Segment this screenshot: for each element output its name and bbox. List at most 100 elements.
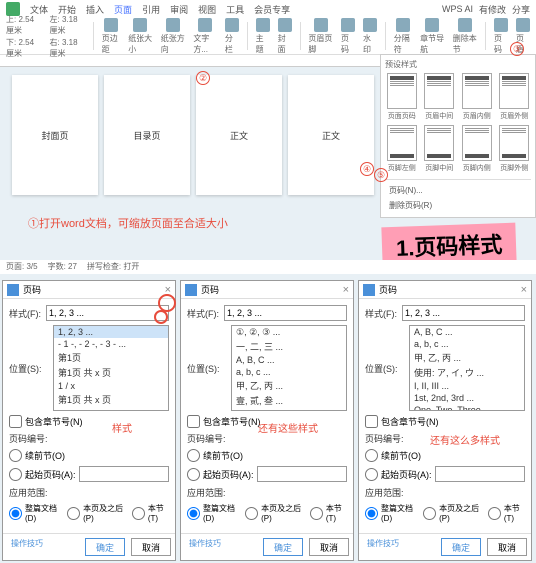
dialog-title: 页码 — [201, 283, 219, 296]
cancel-button[interactable]: 取消 — [131, 538, 171, 556]
apply-section[interactable] — [310, 507, 323, 520]
style-combo[interactable] — [46, 305, 169, 321]
tab-page[interactable]: 页面 — [114, 3, 132, 16]
status-words: 字数: 27 — [48, 261, 77, 273]
preset-thumb[interactable]: 页脚内侧 — [460, 125, 494, 173]
ok-button[interactable]: 确定 — [85, 538, 125, 556]
ribbon-pagenum[interactable]: 页码 — [341, 18, 355, 55]
include-chapter-check[interactable] — [365, 415, 378, 428]
callout-2: ② — [196, 71, 210, 85]
style-label: 样式(F): — [9, 307, 42, 320]
tab-view[interactable]: 视图 — [198, 3, 216, 16]
preset-thumb[interactable]: 页脚中间 — [423, 125, 457, 173]
apply-after[interactable] — [423, 507, 436, 520]
start-radio[interactable] — [9, 468, 22, 481]
tab-insert[interactable]: 插入 — [86, 3, 104, 16]
ok-button[interactable]: 确定 — [263, 538, 303, 556]
ribbon-header[interactable]: 页眉页脚 — [308, 18, 333, 55]
panel-title: 预设样式 — [385, 59, 531, 71]
style-listbox[interactable]: 1, 2, 3 ... - 1 -, - 2 -, - 3 - ... 第1页 … — [53, 325, 169, 411]
style-listbox[interactable]: ①, ②, ③ ... 一, 二, 三 ... A, B, C ... a, b… — [231, 325, 347, 411]
ribbon-nav[interactable]: 章节导航 — [420, 18, 445, 55]
apply-whole[interactable] — [9, 507, 22, 520]
ribbon-watermark[interactable]: 水印 — [363, 18, 377, 55]
start-radio[interactable] — [365, 468, 378, 481]
dialog-title: 页码 — [23, 283, 41, 296]
margins-group2: 左: 3.18 厘米 右: 3.18 厘米 — [50, 14, 86, 59]
tab-ref[interactable]: 引用 — [142, 3, 160, 16]
status-spell: 拼写检查: 打开 — [87, 261, 139, 273]
edit-status[interactable]: 有修改 — [479, 3, 506, 16]
ribbon-pagenum2[interactable]: 页码 — [494, 18, 508, 55]
apply-after[interactable] — [67, 507, 80, 520]
apply-whole[interactable] — [365, 507, 378, 520]
ribbon-delsec[interactable]: 删除本节 — [453, 18, 478, 55]
include-chapter-check[interactable] — [187, 415, 200, 428]
margin-top-val: 上: 2.54 厘米 — [6, 14, 42, 36]
ribbon-cover[interactable]: 封面 — [278, 18, 292, 55]
include-chapter-check[interactable] — [9, 415, 22, 428]
annotation-more: 还有这些样式 — [258, 420, 318, 435]
start-radio[interactable] — [187, 468, 200, 481]
panel-pagenum-more[interactable]: 页码(N)... — [385, 183, 531, 198]
margin-right-val: 右: 3.18 厘米 — [50, 37, 86, 59]
tab-review[interactable]: 审阅 — [170, 3, 188, 16]
status-bar: 页面: 3/5 字数: 27 拼写检查: 打开 — [0, 260, 536, 274]
apply-whole[interactable] — [187, 507, 200, 520]
preset-thumb[interactable]: 页眉中间 — [423, 73, 457, 121]
apply-section[interactable] — [488, 507, 501, 520]
style-listbox[interactable]: A, B, C ... a, b, c ... 甲, 乙, 丙 ... 使用: … — [409, 325, 525, 411]
ribbon-margins[interactable]: 页边距 — [102, 18, 120, 55]
continue-radio[interactable] — [9, 449, 22, 462]
apply-section[interactable] — [132, 507, 145, 520]
tab-tools[interactable]: 工具 — [226, 3, 244, 16]
ribbon-columns[interactable]: 分栏 — [225, 18, 239, 55]
page-thumb[interactable]: 正文 — [288, 75, 374, 195]
pagenum-dialog-1: 页码× 样式(F): 位置(S): 1, 2, 3 ... - 1 -, - 2… — [2, 280, 176, 561]
wps-ai-button[interactable]: WPS AI — [442, 4, 473, 14]
close-icon[interactable]: × — [343, 284, 349, 296]
close-icon[interactable]: × — [521, 284, 527, 296]
numbering-label: 页码编号: — [9, 432, 49, 445]
style-combo[interactable] — [402, 305, 525, 321]
ribbon-theme[interactable]: 主题 — [256, 18, 270, 55]
panel-del-pagenum[interactable]: 删除页码(R) — [385, 198, 531, 213]
preset-thumb[interactable]: 页眉外侧 — [498, 73, 532, 121]
page-thumb[interactable]: 正文 — [196, 75, 282, 195]
share-button[interactable]: 分享 — [512, 3, 530, 16]
continue-radio[interactable] — [187, 449, 200, 462]
page-thumb[interactable]: 封面页 — [12, 75, 98, 195]
ok-button[interactable]: 确定 — [441, 538, 481, 556]
callout-4: ④ — [360, 162, 374, 176]
cancel-button[interactable]: 取消 — [309, 538, 349, 556]
start-input[interactable] — [435, 466, 526, 482]
tips-link[interactable]: 操作技巧 — [7, 538, 43, 556]
cancel-button[interactable]: 取消 — [487, 538, 527, 556]
margin-bottom-val: 下: 2.54 厘米 — [6, 37, 42, 59]
preset-thumb[interactable]: 页脚外侧 — [498, 125, 532, 173]
start-input[interactable] — [257, 466, 348, 482]
pos-label: 位置(S): — [9, 362, 49, 375]
preset-thumb[interactable]: 页脚左侧 — [385, 125, 419, 173]
ribbon-textdir[interactable]: 文字方... — [193, 18, 217, 55]
start-input[interactable] — [79, 466, 170, 482]
page-thumb[interactable]: 目录页 — [104, 75, 190, 195]
continue-radio[interactable] — [365, 449, 378, 462]
apply-after[interactable] — [245, 507, 258, 520]
pagenum-dropdown-panel: 预设样式 页面页码 页眉中间 页眉内侧 页眉外侧 页脚左侧 页脚中间 页脚内侧 … — [380, 54, 536, 218]
preset-thumb[interactable]: 页眉内侧 — [460, 73, 494, 121]
ribbon-orientation[interactable]: 纸张方向 — [161, 18, 186, 55]
ribbon-paper-size[interactable]: 纸张大小 — [128, 18, 153, 55]
page-label: 目录页 — [133, 129, 160, 142]
page-label: 封面页 — [41, 129, 68, 142]
callout-circle — [154, 310, 168, 324]
tips-link[interactable]: 操作技巧 — [185, 538, 221, 556]
preset-thumb[interactable]: 页面页码 — [385, 73, 419, 121]
annotation-many: 还有这么多样式 — [430, 432, 500, 447]
style-combo[interactable] — [224, 305, 347, 321]
pos-label: 位置(S): — [187, 362, 227, 375]
tips-link[interactable]: 操作技巧 — [363, 538, 399, 556]
dialog-icon — [185, 284, 197, 296]
tab-vip[interactable]: 会员专享 — [254, 3, 290, 16]
ribbon-breaks[interactable]: 分隔符 — [394, 18, 412, 55]
